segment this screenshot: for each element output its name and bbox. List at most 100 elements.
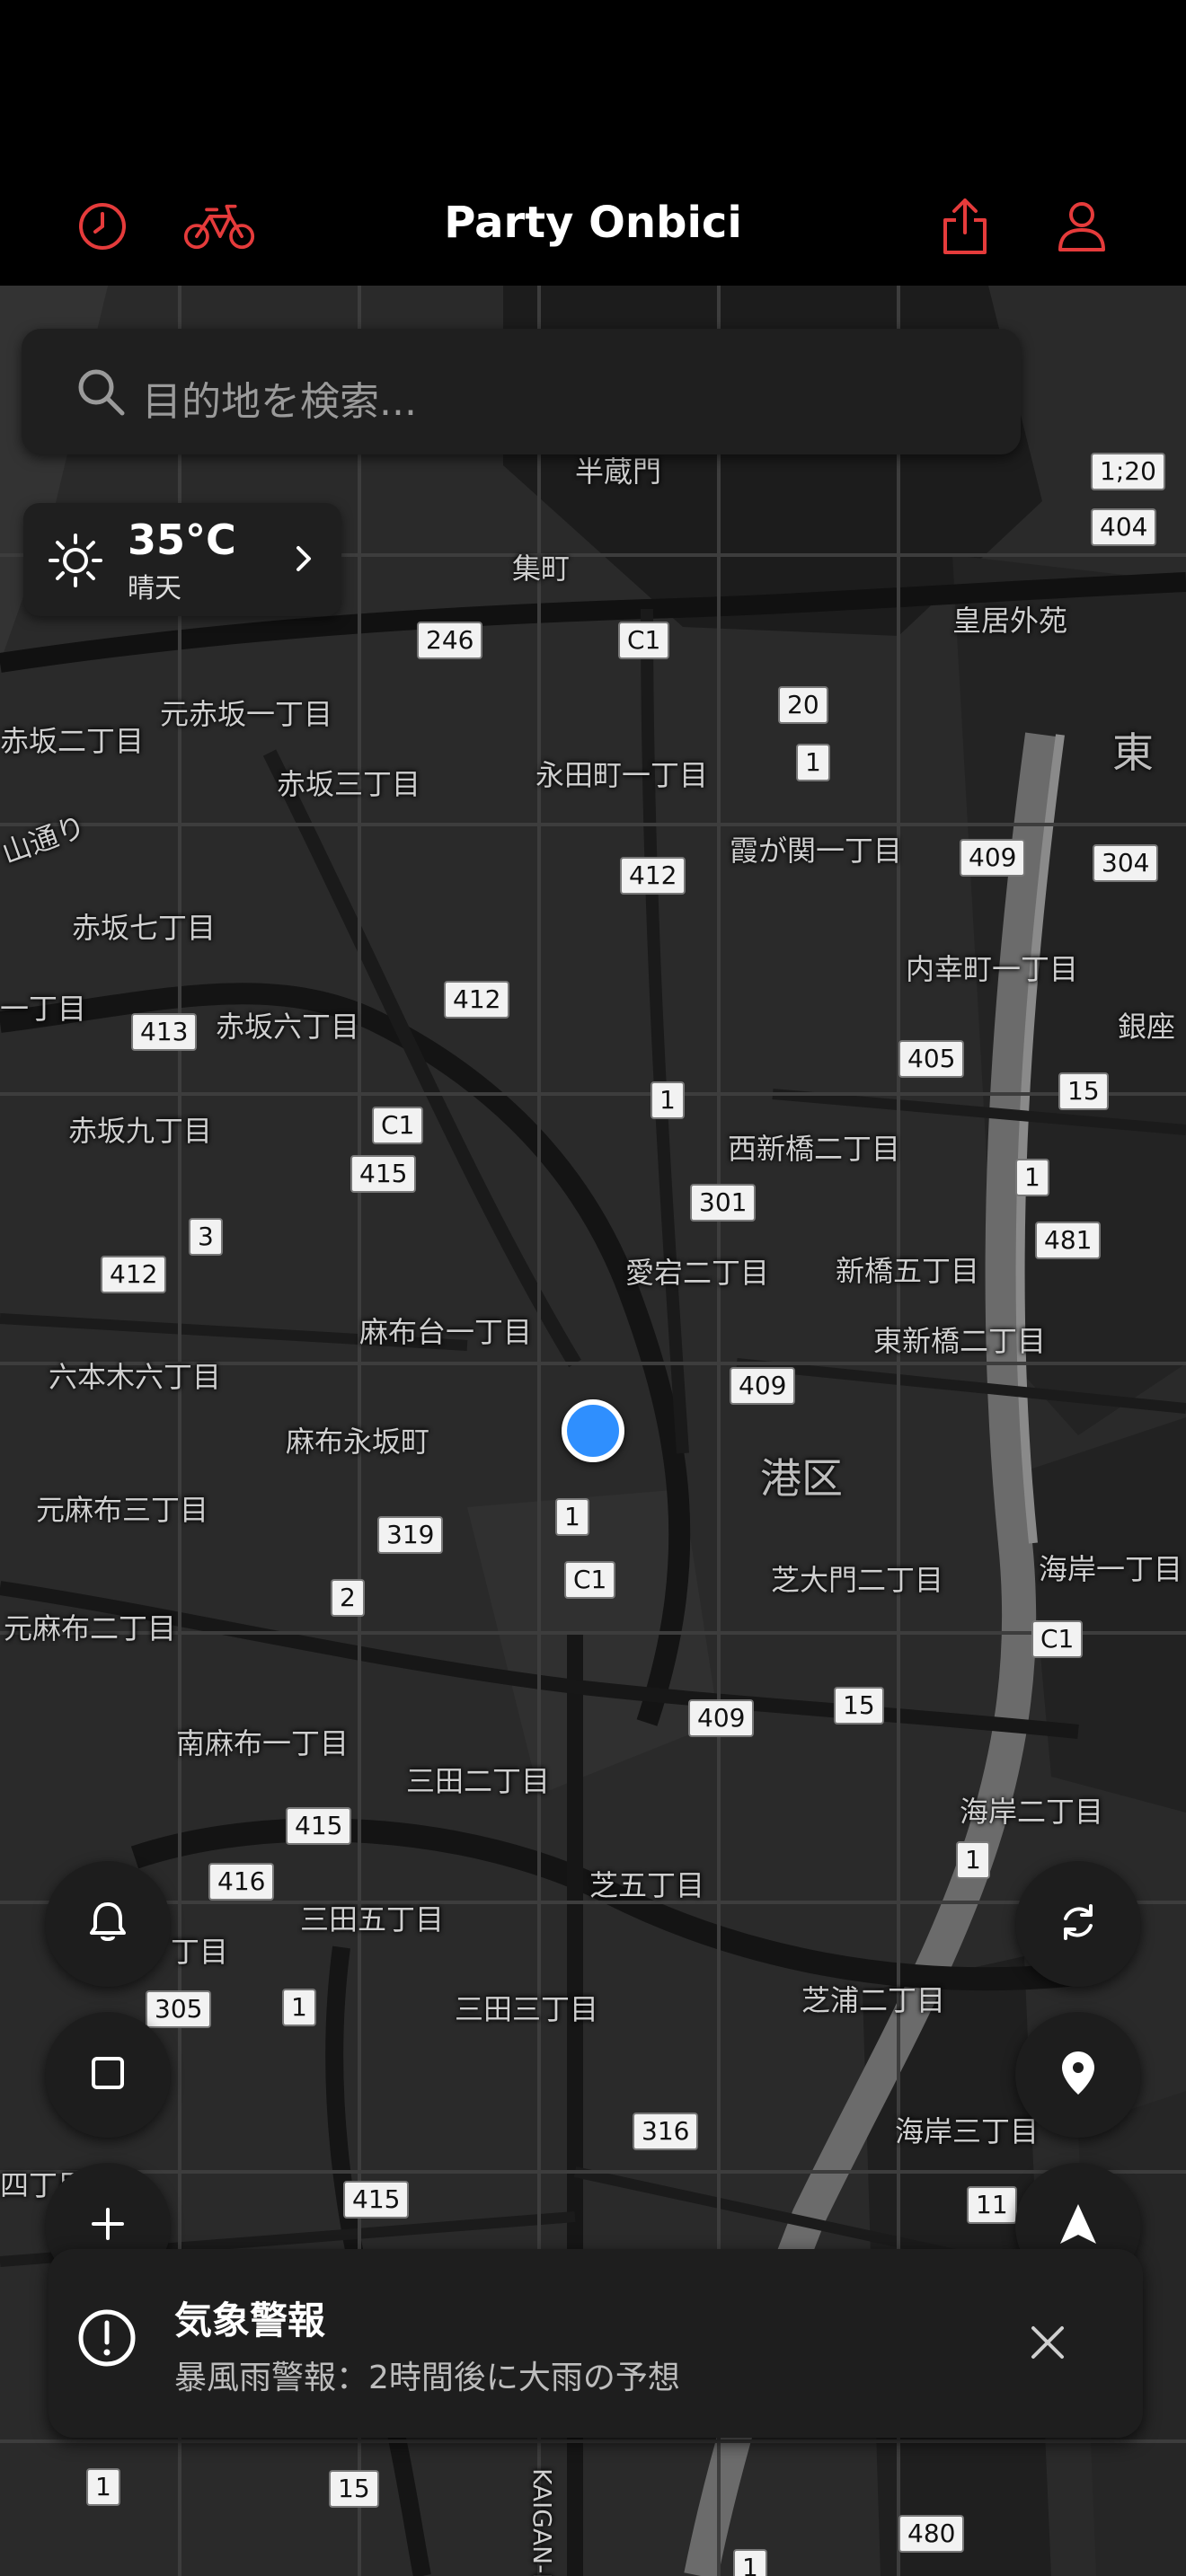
refresh-icon [1057, 1901, 1100, 1947]
map-label: 三田五丁目 [300, 1902, 445, 1936]
alert-message: 暴風雨警報：2時間後に大雨の予想 [174, 2360, 680, 2396]
road-number: 405 [898, 1040, 965, 1078]
road-number: 1 [956, 1841, 990, 1879]
close-icon[interactable] [1005, 2299, 1091, 2386]
road-number: 11 [967, 2186, 1017, 2224]
navigation-arrow-icon [1058, 2202, 1098, 2249]
map-label: 三田二丁目 [406, 1764, 551, 1798]
road-number: C1 [618, 622, 670, 659]
road-number: 316 [633, 2113, 699, 2150]
notification-button[interactable] [45, 1861, 171, 1987]
alert-title: 気象警報 [174, 2298, 326, 2342]
weather-alert-banner[interactable]: 気象警報 暴風雨警報：2時間後に大雨の予想 [49, 2249, 1143, 2438]
road-number: 305 [146, 1990, 212, 2028]
current-location-marker [562, 1399, 624, 1462]
map-label: 海岸三丁目 [895, 2114, 1040, 2148]
road-number: 415 [350, 1155, 417, 1193]
map-label: 集町 [512, 551, 571, 586]
share-icon[interactable] [929, 190, 1001, 262]
map-label: 麻布台一丁目 [359, 1315, 533, 1349]
search-bar[interactable]: 目的地を検索... [22, 329, 1021, 454]
map-label: 愛宕二丁目 [625, 1256, 770, 1290]
road-number: 412 [444, 981, 510, 1019]
map-label: 赤坂九丁目 [68, 1114, 213, 1148]
map-label: 赤坂六丁目 [216, 1010, 360, 1044]
sun-icon [47, 532, 104, 593]
map-label: 丁目 [171, 1935, 229, 1969]
road-number: 1 [733, 2549, 767, 2576]
map-label: 元赤坂一丁目 [160, 697, 333, 731]
map-label: 永田町一丁目 [535, 758, 709, 792]
road-number: 409 [730, 1367, 796, 1405]
road-number: 1 [651, 1081, 685, 1119]
road-number: 2 [331, 1579, 365, 1617]
map-label: 芝大門二丁目 [771, 1563, 944, 1597]
road-number: 1 [555, 1498, 589, 1536]
refresh-button[interactable] [1015, 1861, 1141, 1987]
map-label: 海岸二丁目 [960, 1795, 1104, 1829]
map-label: 六本木六丁目 [49, 1360, 222, 1394]
map-label: 霞が関一丁目 [730, 834, 903, 868]
square-icon [90, 2055, 126, 2095]
road-number: 304 [1093, 844, 1159, 882]
road-number: 246 [417, 622, 483, 659]
road-number: 415 [343, 2181, 410, 2219]
map-label: 銀座 [1118, 1010, 1176, 1044]
map-label: KAIGAN-DORI [527, 2468, 557, 2576]
map-label: 南麻布一丁目 [176, 1726, 350, 1760]
road-number: 3 [189, 1218, 223, 1256]
road-number: 412 [620, 857, 686, 895]
road-number: C1 [1031, 1620, 1084, 1658]
road-number: 1 [796, 744, 830, 781]
road-number: 319 [377, 1516, 444, 1554]
map-label: 赤坂三丁目 [277, 767, 421, 801]
alert-circle-icon [75, 2307, 138, 2373]
road-number: 409 [688, 1699, 755, 1737]
road-number: 1;20 [1091, 453, 1165, 490]
chevron-right-icon [293, 543, 314, 578]
road-number: 481 [1035, 1222, 1102, 1259]
map-label: 一丁目 [0, 992, 87, 1026]
map-label: 元麻布三丁目 [36, 1493, 209, 1527]
road-number: 412 [101, 1256, 167, 1293]
road-number: 413 [131, 1013, 198, 1051]
map-label: 元麻布二丁目 [4, 1611, 177, 1645]
road-number: 15 [1058, 1072, 1109, 1110]
map-label: 新橋五丁目 [836, 1254, 980, 1288]
status-bar-area [0, 0, 1186, 180]
road-number: 15 [329, 2470, 379, 2508]
road-number: 415 [286, 1807, 352, 1845]
map-label: 東 [1112, 728, 1154, 777]
page-title: Party Onbici [444, 198, 742, 248]
map-label: 海岸一丁目 [1039, 1552, 1183, 1586]
road-number: 409 [960, 839, 1026, 877]
search-icon [74, 365, 128, 422]
plus-icon [90, 2206, 126, 2245]
road-number: 404 [1091, 508, 1157, 546]
search-input[interactable]: 目的地を検索... [142, 369, 417, 427]
map-label: 内幸町一丁目 [906, 952, 1079, 986]
temperature: 35°C [128, 516, 236, 564]
bell-icon [88, 1901, 128, 1947]
road-number: 301 [690, 1184, 757, 1222]
map-label: 東新橋二丁目 [873, 1324, 1047, 1358]
user-icon[interactable] [1046, 190, 1118, 262]
road-number: 15 [834, 1687, 884, 1725]
road-number: C1 [372, 1107, 424, 1144]
map-label: 芝五丁目 [589, 1868, 705, 1902]
weather-condition: 晴天 [128, 573, 181, 604]
map-pin-button[interactable] [1015, 2012, 1141, 2138]
square-button[interactable] [45, 2012, 171, 2138]
road-number: 20 [778, 686, 828, 724]
map-label: 皇居外苑 [952, 604, 1068, 638]
road-number: 1 [282, 1989, 316, 2026]
map-label: 赤坂二丁目 [0, 724, 145, 758]
map-label: 三田三丁目 [455, 1992, 599, 2026]
road-number: 416 [208, 1863, 275, 1901]
map-label: 麻布永坂町 [286, 1425, 430, 1459]
road-number: 1 [1015, 1159, 1049, 1196]
map-label: 芝浦二丁目 [801, 1983, 946, 2017]
weather-widget[interactable]: 35°C 晴天 [23, 503, 341, 616]
map-pin-icon [1060, 2050, 1096, 2100]
map-label: 港区 [760, 1454, 843, 1503]
